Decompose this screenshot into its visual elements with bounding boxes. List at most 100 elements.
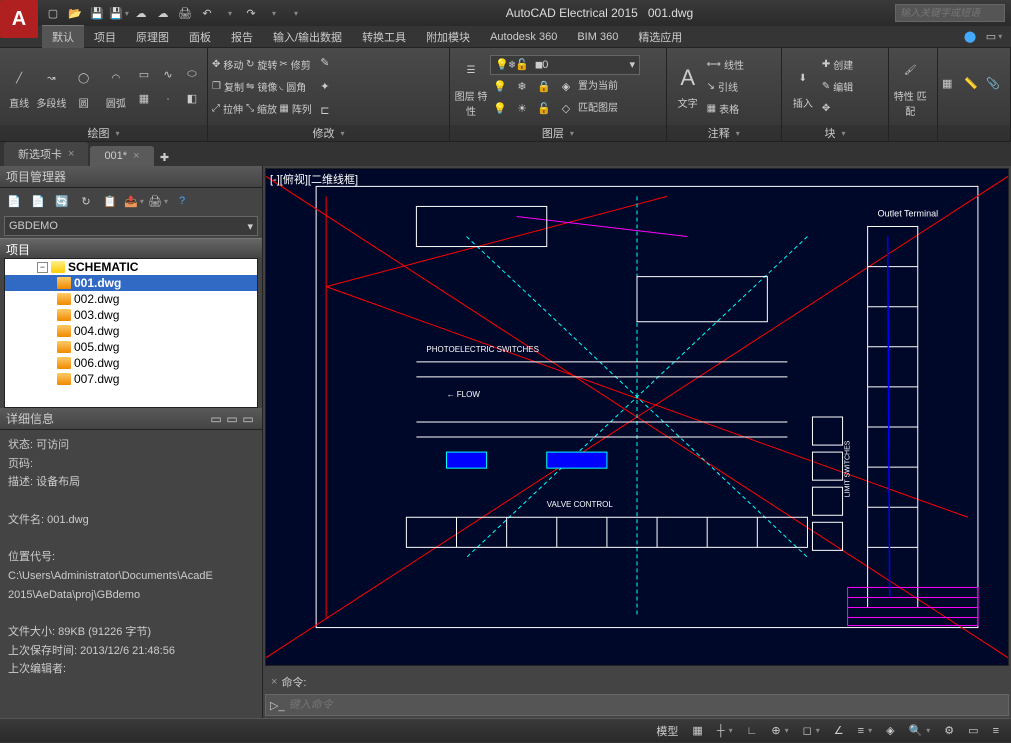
- tab-default[interactable]: 默认: [42, 25, 84, 48]
- pm-task-icon[interactable]: 📋: [100, 191, 120, 211]
- otrack-icon[interactable]: ∠: [830, 722, 848, 740]
- measure-icon[interactable]: 📏: [964, 77, 984, 97]
- open-icon[interactable]: 📂: [66, 4, 84, 22]
- layer-on-icon[interactable]: 💡: [490, 99, 510, 119]
- annoscale-icon[interactable]: 🔍: [905, 722, 935, 740]
- offset-icon[interactable]: ⊏: [314, 100, 336, 122]
- cycle-icon[interactable]: ◈: [882, 722, 898, 740]
- edit-block-button[interactable]: ✎ 编辑: [822, 76, 853, 98]
- region-icon[interactable]: ◧: [181, 88, 203, 110]
- polar-icon[interactable]: ⊕: [767, 722, 792, 740]
- layer-freeze-icon[interactable]: ❄: [512, 77, 532, 97]
- layer-unlock-icon[interactable]: 🔓: [534, 99, 554, 119]
- copy-button[interactable]: ❐ 复制: [212, 76, 244, 98]
- table-button[interactable]: ▦ 表格: [707, 98, 744, 120]
- layer-off-icon[interactable]: 💡: [490, 77, 510, 97]
- pm-publish-icon[interactable]: 📤: [124, 191, 144, 211]
- model-button[interactable]: 模型: [652, 722, 682, 740]
- cloud-open-icon[interactable]: ☁: [132, 4, 150, 22]
- tab-a360[interactable]: Autodesk 360: [480, 28, 567, 46]
- saveas-icon[interactable]: 💾: [110, 4, 128, 22]
- scale-button[interactable]: ⤡ 缩放: [246, 98, 277, 120]
- layer-iso-icon[interactable]: ◈: [556, 77, 576, 97]
- group-icon[interactable]: ▦: [942, 77, 962, 97]
- pm-refresh-icon[interactable]: 🔄: [52, 191, 72, 211]
- viewport[interactable]: [-][俯视][二维线框] Outlet Terminal: [265, 168, 1009, 666]
- leader-button[interactable]: ↘ 引线: [707, 76, 744, 98]
- tab-panel[interactable]: 面板: [179, 26, 221, 48]
- app-logo[interactable]: A: [0, 0, 38, 38]
- pm-help-icon[interactable]: ?: [172, 191, 192, 211]
- layer-uniso-icon[interactable]: ◇: [556, 99, 576, 119]
- text-button[interactable]: A文字: [671, 63, 705, 110]
- tab-convert[interactable]: 转换工具: [352, 26, 416, 48]
- circle-button[interactable]: ◯圆: [69, 63, 99, 110]
- details-min-icon[interactable]: ▭: [240, 411, 256, 427]
- create-block-button[interactable]: ✚ 创建: [822, 54, 853, 76]
- rotate-button[interactable]: ↻ 旋转: [246, 54, 277, 76]
- layer-lock-icon[interactable]: 🔒: [534, 77, 554, 97]
- viewport-label[interactable]: [-][俯视][二维线框]: [270, 171, 358, 187]
- fillet-button[interactable]: ◟ 圆角: [279, 76, 311, 98]
- command-input[interactable]: [289, 699, 1004, 711]
- tree-item-005[interactable]: 005.dwg: [5, 339, 257, 355]
- tab-bim360[interactable]: BIM 360: [567, 28, 628, 46]
- erase-icon[interactable]: ✎: [314, 52, 336, 74]
- custom-status-icon[interactable]: ≡: [989, 722, 1003, 740]
- snap-icon[interactable]: ┼: [713, 722, 737, 740]
- mirror-button[interactable]: ⇋ 镜像: [246, 76, 277, 98]
- redo-dropdown-icon[interactable]: [264, 4, 282, 22]
- hatch-icon[interactable]: ▦: [133, 88, 155, 110]
- pm-sync-icon[interactable]: ↻: [76, 191, 96, 211]
- details-prev-icon[interactable]: ▭: [208, 411, 224, 427]
- attr-icon[interactable]: ✥: [822, 98, 853, 120]
- command-line[interactable]: ▷_: [265, 694, 1009, 716]
- tree-item-007[interactable]: 007.dwg: [5, 371, 257, 387]
- project-combo[interactable]: GBDEMO▾: [4, 216, 258, 236]
- dim-linear-button[interactable]: ⟷ 线性: [707, 54, 744, 76]
- move-button[interactable]: ✥ 移动: [212, 54, 244, 76]
- tab-io[interactable]: 输入/输出数据: [263, 26, 352, 48]
- file-tab-001[interactable]: 001*×: [90, 146, 153, 166]
- pm-new2-icon[interactable]: 📄: [28, 191, 48, 211]
- new-icon[interactable]: ▢: [44, 4, 62, 22]
- grid-icon[interactable]: ▦: [688, 722, 706, 740]
- point-icon[interactable]: ∙: [157, 88, 179, 110]
- close-icon[interactable]: ×: [133, 150, 139, 162]
- pm-new-icon[interactable]: 📄: [4, 191, 24, 211]
- file-tab-new[interactable]: 新选项卡×: [4, 142, 88, 166]
- insert-button[interactable]: ⬇插入: [786, 63, 820, 110]
- clean-icon[interactable]: ▭: [964, 722, 982, 740]
- match-props-button[interactable]: 🖌特性 匹配: [893, 56, 927, 118]
- save-icon[interactable]: 💾: [88, 4, 106, 22]
- tree-item-006[interactable]: 006.dwg: [5, 355, 257, 371]
- polyline-button[interactable]: ↝多段线: [36, 63, 66, 110]
- project-tree[interactable]: −SCHEMATIC 001.dwg 002.dwg 003.dwg 004.d…: [4, 258, 258, 408]
- layer-thaw-icon[interactable]: ☀: [512, 99, 532, 119]
- details-next-icon[interactable]: ▭: [224, 411, 240, 427]
- array-button[interactable]: ▦ 阵列: [279, 98, 311, 120]
- cloud-save-icon[interactable]: ☁: [154, 4, 172, 22]
- tab-addons[interactable]: 附加模块: [416, 26, 480, 48]
- search-input[interactable]: [895, 4, 1005, 22]
- tree-folder-schematic[interactable]: −SCHEMATIC: [5, 259, 257, 275]
- tree-item-002[interactable]: 002.dwg: [5, 291, 257, 307]
- tab-schematic[interactable]: 原理图: [126, 26, 179, 48]
- stretch-button[interactable]: ⤢ 拉伸: [212, 98, 244, 120]
- spline-icon[interactable]: ∿: [157, 64, 179, 86]
- undo-dropdown-icon[interactable]: [220, 4, 238, 22]
- layer-props-button[interactable]: ☰图层 特性: [454, 56, 488, 118]
- ellipse-icon[interactable]: ⬭: [181, 64, 203, 86]
- workspace-icon[interactable]: ⚙: [940, 722, 958, 740]
- tab-project[interactable]: 项目: [84, 26, 126, 48]
- undo-icon[interactable]: ↶: [198, 4, 216, 22]
- add-tab-icon[interactable]: ✚: [156, 148, 174, 166]
- rect-icon[interactable]: ▭: [133, 64, 155, 86]
- ribbon-min-icon[interactable]: ▭: [985, 28, 1003, 46]
- layer-combo[interactable]: 💡❄🔓 ■ 0▾: [490, 55, 640, 75]
- tree-item-003[interactable]: 003.dwg: [5, 307, 257, 323]
- trim-button[interactable]: ✂ 修剪: [279, 54, 311, 76]
- match-layer-button[interactable]: 匹配图层: [578, 99, 618, 119]
- lweight-icon[interactable]: ≡: [854, 722, 876, 740]
- redo-icon[interactable]: ↷: [242, 4, 260, 22]
